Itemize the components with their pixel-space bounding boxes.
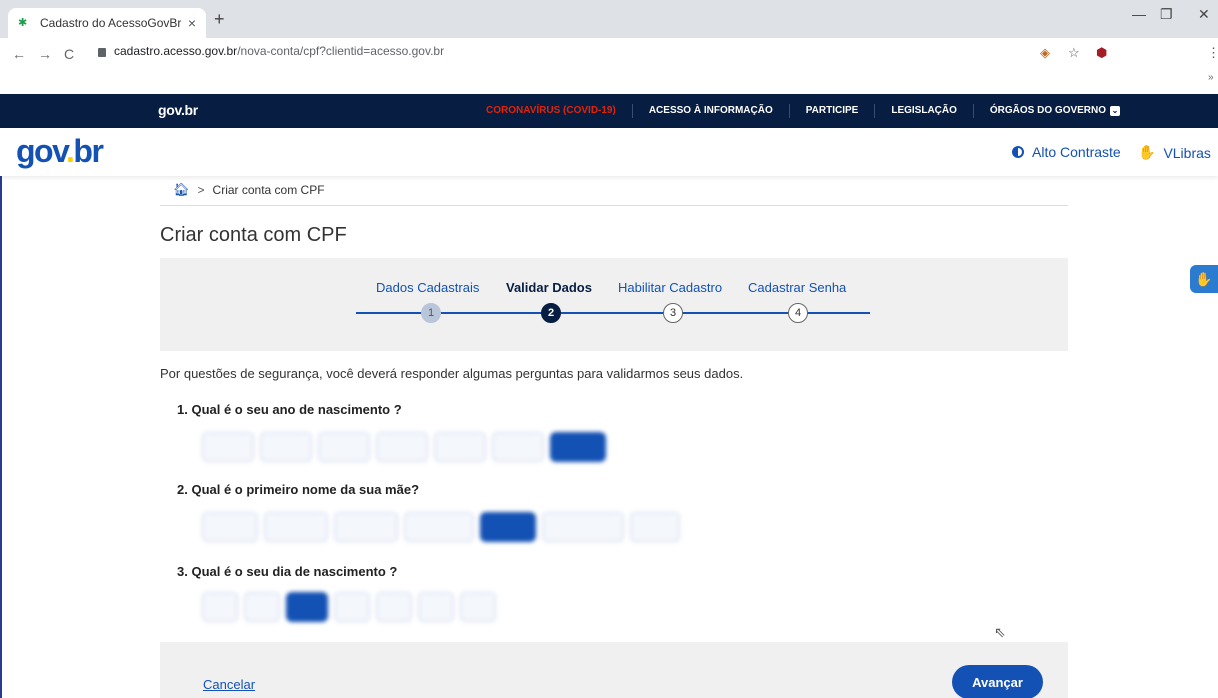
mother-name-options xyxy=(202,512,680,542)
ublock-extension-icon[interactable]: ⬢ xyxy=(1096,45,1107,61)
steps-panel xyxy=(160,258,1068,351)
address-bar[interactable]: cadastro.acesso.gov.br/nova-conta/cpf?cl… xyxy=(98,44,444,58)
answer-option[interactable] xyxy=(492,432,544,462)
step-habilitar-cadastro: Habilitar Cadastro xyxy=(618,280,722,295)
step-label: Dados Cadastrais xyxy=(376,280,480,295)
answer-option[interactable] xyxy=(334,512,398,542)
lock-icon xyxy=(98,47,106,57)
translate-icon[interactable]: ◈ xyxy=(1040,45,1050,61)
answer-option[interactable] xyxy=(264,512,328,542)
bookmark-star-icon[interactable]: ☆ xyxy=(1068,45,1080,61)
govbar-link-acesso-informacao[interactable]: ACESSO À INFORMAÇÃO xyxy=(633,104,790,118)
page-title: Criar conta com CPF xyxy=(160,224,347,246)
gov-top-bar: gov.br CORONAVÍRUS (COVID-19) ACESSO À I… xyxy=(0,94,1218,128)
step-label: Habilitar Cadastro xyxy=(618,280,723,295)
next-button[interactable]: Avançar xyxy=(952,665,1043,698)
bookmark-bar: » xyxy=(0,70,1218,94)
tab-title: Cadastro do AcessoGovBr xyxy=(40,16,182,30)
answer-option[interactable] xyxy=(244,592,280,622)
chevron-down-icon: ⌄ xyxy=(1110,106,1121,116)
answer-option[interactable] xyxy=(404,512,474,542)
question-birth-year: 1. Qual é o seu ano de nascimento ? xyxy=(177,402,402,417)
breadcrumb: 🏠︎ > Criar conta com CPF xyxy=(173,182,325,198)
step-4-circle: 4 xyxy=(788,303,808,323)
answer-option-selected[interactable] xyxy=(480,512,536,542)
vlibras-label: VLibras xyxy=(1163,144,1211,161)
sign-language-icon: ✋ xyxy=(1138,144,1156,160)
answer-option[interactable] xyxy=(376,432,428,462)
govbar-links: CORONAVÍRUS (COVID-19) ACESSO À INFORMAÇ… xyxy=(470,94,1136,128)
contrast-icon xyxy=(1012,146,1024,158)
high-contrast-button[interactable]: Alto Contraste xyxy=(1012,144,1121,160)
answer-option[interactable] xyxy=(418,592,454,622)
answer-option[interactable] xyxy=(260,432,312,462)
step-1-circle: 1 xyxy=(421,303,441,323)
answer-option-selected[interactable] xyxy=(550,432,606,462)
step-dados-cadastrais: Dados Cadastrais xyxy=(376,280,479,295)
govbar-link-covid[interactable]: CORONAVÍRUS (COVID-19) xyxy=(470,104,633,118)
answer-option[interactable] xyxy=(334,592,370,622)
back-button[interactable]: ← xyxy=(12,46,26,62)
answer-option[interactable] xyxy=(542,512,624,542)
answer-option[interactable] xyxy=(202,512,258,542)
browser-menu-icon[interactable]: ⋮ xyxy=(1207,45,1218,61)
answer-option[interactable] xyxy=(460,592,496,622)
govbar-logo[interactable]: gov.br xyxy=(158,102,198,118)
answer-option-selected[interactable] xyxy=(286,592,328,622)
step-validar-dados: Validar Dados xyxy=(506,280,592,295)
vlibras-button[interactable]: ✋ VLibras xyxy=(1138,144,1211,161)
answer-option[interactable] xyxy=(630,512,680,542)
breadcrumb-current: Criar conta com CPF xyxy=(212,183,325,197)
govbar-link-orgaos-label: ÓRGÃOS DO GOVERNO xyxy=(989,105,1107,116)
mouse-cursor-icon: ⇖ xyxy=(994,624,1006,640)
answer-option[interactable] xyxy=(434,432,486,462)
browser-tab[interactable]: ✱ Cadastro do AcessoGovBr × xyxy=(8,8,206,38)
reload-button[interactable]: C xyxy=(64,46,74,62)
home-icon[interactable]: 🏠︎ xyxy=(173,182,190,198)
logo-part-br: br xyxy=(73,133,104,169)
logo-part-gov: gov xyxy=(16,133,68,169)
site-favicon-icon: ✱ xyxy=(18,17,28,29)
minimize-button[interactable]: — xyxy=(1132,6,1146,22)
answer-option[interactable] xyxy=(376,592,412,622)
question-birth-day: 3. Qual é o seu dia de nascimento ? xyxy=(177,564,398,579)
breadcrumb-separator: > xyxy=(197,183,205,197)
step-2-circle: 2 xyxy=(541,303,561,323)
question-mother-name: 2. Qual é o primeiro nome da sua mãe? xyxy=(177,482,420,497)
birth-day-options xyxy=(202,592,496,622)
browser-tab-bar: ✱ Cadastro do AcessoGovBr × + — ❐ ✕ xyxy=(0,0,1218,38)
forward-button[interactable]: → xyxy=(38,46,52,62)
answer-option[interactable] xyxy=(202,432,254,462)
high-contrast-label: Alto Contraste xyxy=(1032,144,1121,160)
tab-close-icon[interactable]: × xyxy=(188,15,196,31)
close-window-button[interactable]: ✕ xyxy=(1198,6,1210,23)
cancel-link[interactable]: Cancelar xyxy=(203,677,255,692)
bookmarks-overflow-icon[interactable]: » xyxy=(1208,72,1214,83)
step-cadastrar-senha: Cadastrar Senha xyxy=(748,280,846,295)
form-footer xyxy=(160,642,1068,698)
vlibras-widget-button[interactable]: ✋ xyxy=(1190,265,1218,293)
answer-option[interactable] xyxy=(202,592,238,622)
new-tab-button[interactable]: + xyxy=(214,9,225,30)
govbar-link-legislacao[interactable]: LEGISLAÇÃO xyxy=(875,104,974,118)
gov-br-logo[interactable]: gov.br xyxy=(16,133,104,169)
step-label: Validar Dados xyxy=(506,280,592,295)
answer-option[interactable] xyxy=(318,432,370,462)
step-3-circle: 3 xyxy=(663,303,683,323)
govbar-link-participe[interactable]: PARTICIPE xyxy=(790,104,876,118)
step-label: Cadastrar Senha xyxy=(748,280,847,295)
maximize-button[interactable]: ❐ xyxy=(1160,6,1173,23)
url-path: /nova-conta/cpf?clientid=acesso.gov.br xyxy=(237,44,445,58)
security-intro-text: Por questões de segurança, você deverá r… xyxy=(160,366,744,381)
birth-year-options xyxy=(202,432,606,462)
url-host: cadastro.acesso.gov.br xyxy=(114,44,238,58)
breadcrumb-divider xyxy=(160,205,1068,206)
govbar-link-orgaos[interactable]: ÓRGÃOS DO GOVERNO ⌄ xyxy=(974,104,1136,118)
sign-language-icon: ✋ xyxy=(1195,270,1213,287)
